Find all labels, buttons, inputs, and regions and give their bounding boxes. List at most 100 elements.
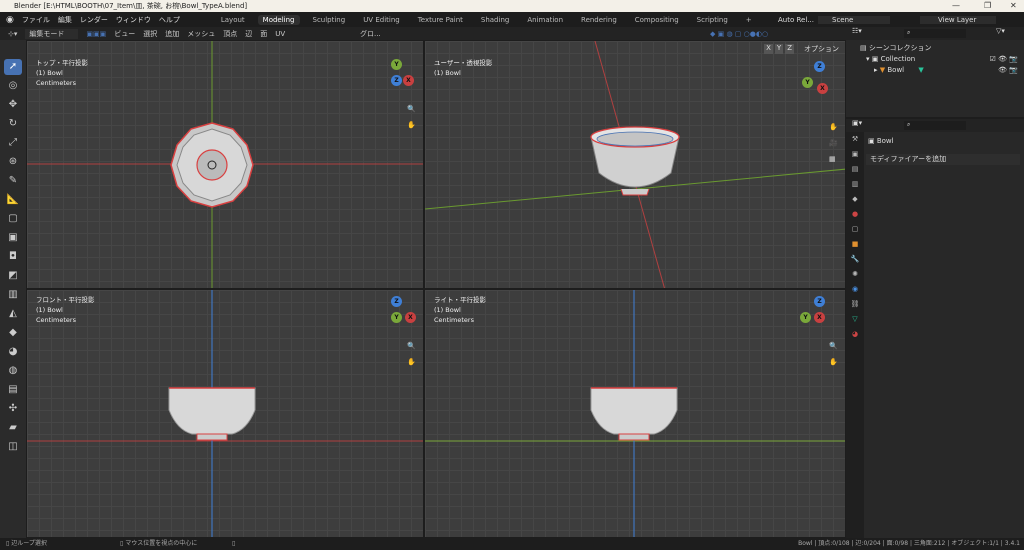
menu-window[interactable]: ウィンドウ — [116, 15, 151, 25]
properties-search-input[interactable]: ⌕ — [904, 121, 966, 130]
zoom-icon[interactable]: 🔍 — [829, 342, 838, 350]
gizmo-z-icon[interactable]: Z — [391, 75, 402, 86]
constraints-tab-icon[interactable]: ⛓ — [846, 297, 864, 312]
bevel-tool-icon[interactable]: ◩ — [4, 268, 22, 284]
zoom-icon[interactable]: 🔍 — [407, 105, 416, 113]
pan-hand-icon[interactable]: ✋ — [407, 121, 416, 129]
tab-shading[interactable]: Shading — [476, 15, 514, 25]
spin-tool-icon[interactable]: ◕ — [4, 344, 22, 360]
collection-row[interactable]: ▾ ▣ Collection ☑ 👁 📷 — [860, 54, 1024, 65]
select-box-tool-icon[interactable]: ➚ — [4, 59, 22, 75]
pan-hand-icon[interactable]: ✋ — [407, 358, 416, 366]
render-engine[interactable]: Auto Rel... — [778, 16, 814, 24]
blender-logo-icon[interactable]: ◉ — [6, 15, 14, 25]
scene-collection-row[interactable]: ▤ シーンコレクション — [860, 43, 1024, 54]
loop-cut-tool-icon[interactable]: ▥ — [4, 287, 22, 303]
transform-orientation[interactable]: グロ... — [360, 29, 381, 39]
inset-tool-icon[interactable]: ◘ — [4, 249, 22, 265]
cursor-tool-icon[interactable]: ◎ — [4, 78, 22, 94]
menu-mesh[interactable]: メッシュ — [187, 29, 215, 39]
scale-tool-icon[interactable]: ⤢ — [4, 135, 22, 151]
menu-uv[interactable]: UV — [275, 30, 285, 38]
tab-uv-editing[interactable]: UV Editing — [358, 15, 405, 25]
filter-icon[interactable]: ▽▾ — [996, 27, 1005, 35]
smooth-tool-icon[interactable]: ◍ — [4, 363, 22, 379]
menu-help[interactable]: ヘルプ — [159, 15, 180, 25]
object-tab-icon[interactable]: ■ — [846, 237, 864, 252]
gizmo-z-icon[interactable]: Z — [814, 61, 825, 72]
collection-tab-icon[interactable]: ▢ — [846, 222, 864, 237]
menu-edge[interactable]: 辺 — [245, 29, 252, 39]
gizmo-x-icon[interactable]: X — [405, 312, 416, 323]
gizmo-x-icon[interactable]: X — [814, 312, 825, 323]
menu-face[interactable]: 面 — [260, 29, 267, 39]
add-workspace-button[interactable]: + — [741, 15, 757, 25]
viewport-top[interactable]: トップ・平行投影 (1) Bowl Centimeters Y Z X 🔍 ✋ — [26, 40, 424, 289]
rip-tool-icon[interactable]: ◫ — [4, 439, 22, 455]
particles-tab-icon[interactable]: ✺ — [846, 267, 864, 282]
shrink-tool-icon[interactable]: ✣ — [4, 401, 22, 417]
tab-texture-paint[interactable]: Texture Paint — [413, 15, 468, 25]
menu-select[interactable]: 選択 — [143, 29, 157, 39]
display-mode-icon[interactable]: ☷▾ — [852, 27, 862, 35]
view-layer-tab-icon[interactable]: ▥ — [846, 177, 864, 192]
annotate-tool-icon[interactable]: ✎ — [4, 173, 22, 189]
gizmo-y-icon[interactable]: Y — [391, 59, 402, 70]
gizmo-y-icon[interactable]: Y — [800, 312, 811, 323]
extrude-tool-icon[interactable]: ▣ — [4, 230, 22, 246]
gizmo-x-icon[interactable]: X — [817, 83, 828, 94]
close-button[interactable]: ✕ — [1010, 0, 1017, 12]
viewport-user-perspective[interactable]: ユーザー・透視投影 (1) Bowl X Y Z オプション Z Y X ✋ 🎥 … — [424, 40, 846, 289]
menu-add[interactable]: 追加 — [165, 29, 179, 39]
editor-type-icon[interactable]: ⊹▾ — [8, 30, 17, 38]
grid-view-icon[interactable]: ▦ — [829, 155, 836, 163]
tab-modeling[interactable]: Modeling — [257, 14, 300, 25]
physics-tab-icon[interactable]: ◉ — [846, 282, 864, 297]
poly-build-tool-icon[interactable]: ◆ — [4, 325, 22, 341]
select-mode-buttons[interactable]: ▣▣▣ — [86, 30, 106, 38]
transform-tool-icon[interactable]: ⊛ — [4, 154, 22, 170]
tab-scripting[interactable]: Scripting — [692, 15, 733, 25]
world-tab-icon[interactable]: ● — [846, 207, 864, 222]
edge-slide-tool-icon[interactable]: ▤ — [4, 382, 22, 398]
viewport-front[interactable]: フロント・平行投影 (1) Bowl Centimeters Z Y X 🔍 ✋ — [26, 289, 424, 538]
pan-hand-icon[interactable]: ✋ — [829, 123, 838, 131]
scene-selector[interactable]: Scene — [818, 15, 890, 24]
menu-vertex[interactable]: 頂点 — [223, 29, 237, 39]
gizmo-y-icon[interactable]: Y — [391, 312, 402, 323]
overlay-buttons[interactable]: ◆ ▣ ◍ ▢ ○●◐○ — [710, 30, 768, 38]
maximize-button[interactable]: ❐ — [984, 0, 991, 12]
menu-file[interactable]: ファイル — [22, 15, 50, 25]
properties-editor-icon[interactable]: ▣▾ — [852, 119, 862, 127]
gizmo-x-icon[interactable]: X — [403, 75, 414, 86]
object-row-bowl[interactable]: ▸ ▼ Bowl ▼ 👁 📷 — [860, 65, 1024, 76]
tab-compositing[interactable]: Compositing — [630, 15, 684, 25]
shear-tool-icon[interactable]: ▰ — [4, 420, 22, 436]
menu-edit[interactable]: 編集 — [58, 15, 72, 25]
gizmo-z-icon[interactable]: Z — [814, 296, 825, 307]
tab-sculpting[interactable]: Sculpting — [308, 15, 351, 25]
zoom-icon[interactable]: 🔍 — [407, 342, 416, 350]
tab-layout[interactable]: Layout — [216, 15, 250, 25]
gizmo-z-icon[interactable]: Z — [391, 296, 402, 307]
viewport-right[interactable]: ライト・平行投影 (1) Bowl Centimeters Z X Y 🔍 ✋ — [424, 289, 846, 538]
view-layer-selector[interactable]: View Layer — [920, 15, 996, 24]
outliner-search-input[interactable]: ⌕ — [904, 29, 966, 38]
add-cube-tool-icon[interactable]: ▢ — [4, 211, 22, 227]
modifier-tab-icon[interactable]: 🔧 — [846, 252, 864, 267]
mode-selector[interactable]: 編集モード — [25, 28, 79, 39]
scene-tab-icon[interactable]: ◆ — [846, 192, 864, 207]
knife-tool-icon[interactable]: ◭ — [4, 306, 22, 322]
camera-icon[interactable]: 🎥 — [829, 139, 838, 147]
tool-tab-icon[interactable]: ⚒ — [846, 132, 864, 147]
menu-view[interactable]: ビュー — [114, 29, 135, 39]
gizmo-y-icon[interactable]: Y — [802, 77, 813, 88]
move-tool-icon[interactable]: ✥ — [4, 97, 22, 113]
output-tab-icon[interactable]: ▤ — [846, 162, 864, 177]
render-tab-icon[interactable]: ▣ — [846, 147, 864, 162]
measure-tool-icon[interactable]: 📐 — [4, 192, 22, 208]
minimize-button[interactable]: — — [952, 0, 960, 12]
menu-render[interactable]: レンダー — [80, 15, 108, 25]
add-modifier-dropdown[interactable]: モディファイアーを追加 — [866, 154, 1020, 165]
tab-animation[interactable]: Animation — [522, 15, 568, 25]
